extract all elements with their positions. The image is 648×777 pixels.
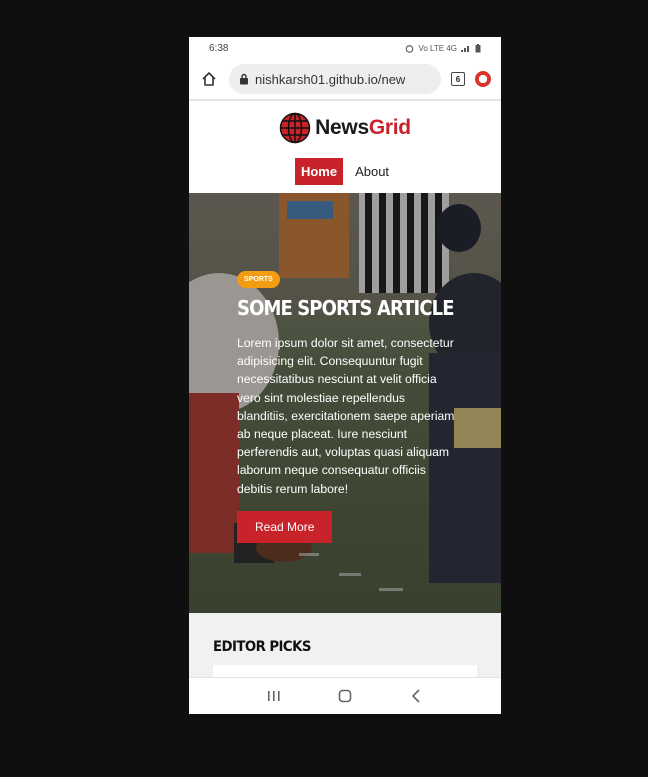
logo-text: NewsGrid bbox=[315, 116, 411, 140]
status-icons: Vo LTE 4G bbox=[405, 43, 481, 53]
main-nav: Home About bbox=[294, 158, 395, 185]
globe-icon bbox=[279, 112, 311, 144]
home-nav-button[interactable] bbox=[333, 684, 357, 708]
status-bar: 6:38 Vo LTE 4G bbox=[189, 37, 501, 59]
alarm-icon bbox=[406, 44, 414, 53]
home-square-icon bbox=[338, 689, 352, 703]
browser-toolbar: nishkarsh01.github.io/new 6 bbox=[189, 59, 501, 101]
browser-home-button[interactable] bbox=[199, 69, 219, 89]
hero-section: SPORTS SOME SPORTS ARTICLE Lorem ipsum d… bbox=[189, 193, 501, 613]
recent-apps-button[interactable] bbox=[262, 684, 286, 708]
extension-button[interactable] bbox=[475, 71, 491, 87]
article-excerpt: Lorem ipsum dolor sit amet, consectetur … bbox=[237, 336, 455, 496]
network-indicator: Vo LTE 4G bbox=[418, 43, 457, 53]
nav-item-home[interactable]: Home bbox=[294, 158, 344, 185]
signal-icon bbox=[461, 46, 469, 52]
site-logo[interactable]: NewsGrid bbox=[279, 112, 411, 144]
back-button[interactable] bbox=[404, 684, 428, 708]
article-title: SOME SPORTS ARTICLE bbox=[237, 296, 455, 320]
address-bar[interactable]: nishkarsh01.github.io/new bbox=[229, 64, 441, 94]
phone-screen: 6:38 Vo LTE 4G nishkarsh01.github.io/new… bbox=[189, 37, 501, 714]
tab-switcher-button[interactable]: 6 bbox=[451, 72, 465, 86]
android-navigation-bar bbox=[189, 677, 501, 714]
site-header: NewsGrid Home About bbox=[189, 101, 501, 193]
category-badge[interactable]: SPORTS bbox=[237, 271, 280, 288]
nav-item-about[interactable]: About bbox=[349, 158, 395, 185]
lock-icon bbox=[240, 73, 248, 85]
back-icon bbox=[411, 689, 420, 703]
section-title: EDITOR PICKS bbox=[213, 639, 311, 655]
logo-text-news: News bbox=[315, 116, 369, 139]
url-text: nishkarsh01.github.io/new bbox=[255, 71, 406, 87]
hero-content: SPORTS SOME SPORTS ARTICLE Lorem ipsum d… bbox=[237, 268, 455, 543]
recent-apps-icon bbox=[268, 691, 280, 701]
adblock-icon bbox=[479, 75, 487, 83]
read-more-button[interactable]: Read More bbox=[237, 510, 333, 543]
status-time: 6:38 bbox=[209, 42, 229, 54]
home-icon bbox=[202, 72, 216, 86]
logo-text-grid: Grid bbox=[368, 116, 411, 139]
battery-icon bbox=[475, 43, 481, 52]
